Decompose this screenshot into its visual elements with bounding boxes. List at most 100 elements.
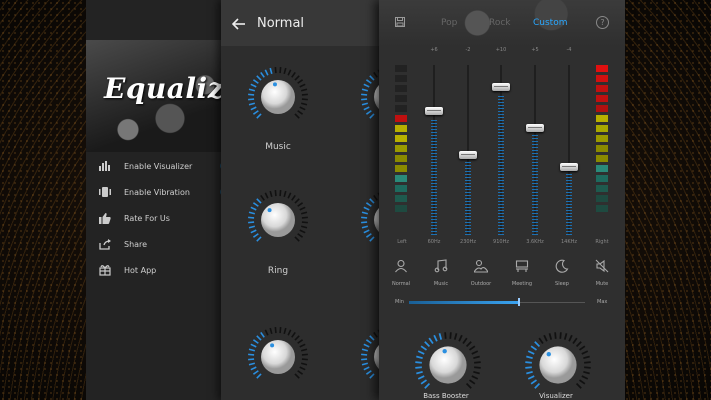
preset-meeting[interactable]: Meeting [505, 258, 539, 287]
preset-label: Outdoor [470, 281, 492, 287]
meter-segment [596, 75, 608, 82]
preset-mute[interactable]: Mute [585, 258, 619, 287]
help-icon[interactable]: ? [596, 16, 609, 29]
knob-tick [465, 382, 472, 389]
knob-tick [365, 110, 372, 115]
knob-tick [433, 334, 438, 342]
knob-tick [299, 229, 306, 234]
knob-tick [248, 88, 256, 92]
slider-fill [566, 173, 572, 235]
save-icon[interactable] [395, 17, 405, 27]
knob-tick [416, 355, 423, 360]
meter-segment [395, 185, 407, 192]
knob-tick [527, 375, 535, 380]
visualizer-bars-icon [98, 159, 112, 173]
music-volume-knob[interactable] [246, 65, 310, 129]
knob-tick [449, 332, 452, 339]
knob-tick [252, 370, 259, 375]
knob-tick [294, 198, 300, 204]
tab-custom[interactable]: Custom [533, 18, 567, 28]
knob-tick [250, 83, 257, 88]
knob-tick [373, 331, 378, 338]
slider-thumb[interactable] [560, 163, 578, 171]
knob-tick [250, 343, 257, 348]
knob-tick [294, 335, 300, 341]
preset-normal[interactable]: Normal [384, 258, 418, 287]
knob-tick [297, 202, 304, 207]
knob-tick [301, 93, 308, 96]
bass-booster-knob[interactable] [413, 330, 483, 400]
knob-tick [369, 113, 375, 119]
right-level-meter [596, 65, 608, 215]
moon-icon [555, 259, 569, 273]
knob-tick [260, 71, 265, 78]
knob-tick [301, 358, 308, 361]
third-volume-knob[interactable] [246, 325, 310, 389]
eq-band-slider[interactable] [559, 65, 579, 235]
eq-band-slider[interactable] [424, 65, 444, 235]
meter-segment [596, 145, 608, 152]
preset-outdoor[interactable]: Outdoor [464, 258, 498, 287]
knob-tick [365, 370, 372, 375]
ring-volume-knob[interactable] [246, 188, 310, 252]
meter-segment [596, 175, 608, 182]
menu-item-rate-for-us[interactable]: Rate For Us [86, 205, 226, 231]
knob-tick [474, 361, 481, 364]
menu-item-share[interactable]: Share [86, 231, 226, 257]
knob-cap [261, 340, 295, 374]
meter-segment [395, 195, 407, 202]
menu-item-enable-vibration[interactable]: Enable Vibration [86, 179, 226, 205]
knob-tick [369, 75, 375, 81]
visualizer-knob[interactable] [523, 330, 593, 400]
band-gain-label: +5 [531, 47, 539, 53]
slider-thumb[interactable] [425, 106, 443, 115]
knob-tick [365, 202, 372, 207]
knob-tick [248, 348, 256, 352]
knob-tick [361, 221, 368, 224]
band-frequency-label: 3.6KHz [526, 239, 544, 245]
knob-dial [248, 190, 308, 242]
knob-tick [248, 353, 255, 356]
slider-thumb[interactable] [526, 123, 544, 132]
knob-tick [568, 334, 573, 342]
knob-tick [473, 355, 480, 360]
preset-sleep[interactable]: Sleep [545, 258, 579, 287]
menu-item-enable-visualizer[interactable]: Enable Visualizer [86, 153, 226, 179]
meter-segment [596, 195, 608, 202]
knob-tick [301, 353, 308, 356]
preset-music[interactable]: Music [424, 258, 458, 287]
tab-rock[interactable]: Rock [489, 18, 511, 28]
meter-segment [395, 85, 407, 92]
knob-tick [469, 379, 476, 385]
knob-tick [297, 233, 304, 238]
knob-tick [361, 358, 368, 361]
tab-pop[interactable]: Pop [441, 18, 457, 28]
knob-tick [256, 236, 262, 242]
knob-tick [458, 334, 463, 342]
knob-tick [248, 221, 255, 224]
knob-tick [525, 361, 532, 364]
knob-tick [248, 211, 256, 215]
knob-cap [539, 346, 577, 384]
slider-fill [532, 134, 538, 235]
knob-tick [279, 327, 282, 334]
back-arrow-icon[interactable] [232, 17, 246, 31]
vibration-icon [98, 185, 112, 199]
knob-tick [260, 331, 265, 338]
knob-tick [363, 229, 370, 234]
preset-label: Music [433, 281, 449, 287]
slider-thumb[interactable] [492, 83, 510, 92]
knob-tick [361, 88, 369, 92]
preset-label: Meeting [511, 281, 533, 287]
meeting-icon [515, 260, 529, 272]
knob-tick [526, 370, 533, 375]
knob-tick [584, 361, 591, 364]
eq-band-slider[interactable] [491, 65, 511, 235]
knob-tick [361, 225, 369, 229]
menu-item-hot-app[interactable]: Hot App [86, 257, 226, 283]
eq-band-slider[interactable] [458, 65, 478, 235]
balance-slider-thumb[interactable] [518, 298, 521, 306]
slider-thumb[interactable] [459, 151, 477, 160]
knob-tick [363, 83, 370, 88]
eq-band-slider[interactable] [525, 65, 545, 235]
